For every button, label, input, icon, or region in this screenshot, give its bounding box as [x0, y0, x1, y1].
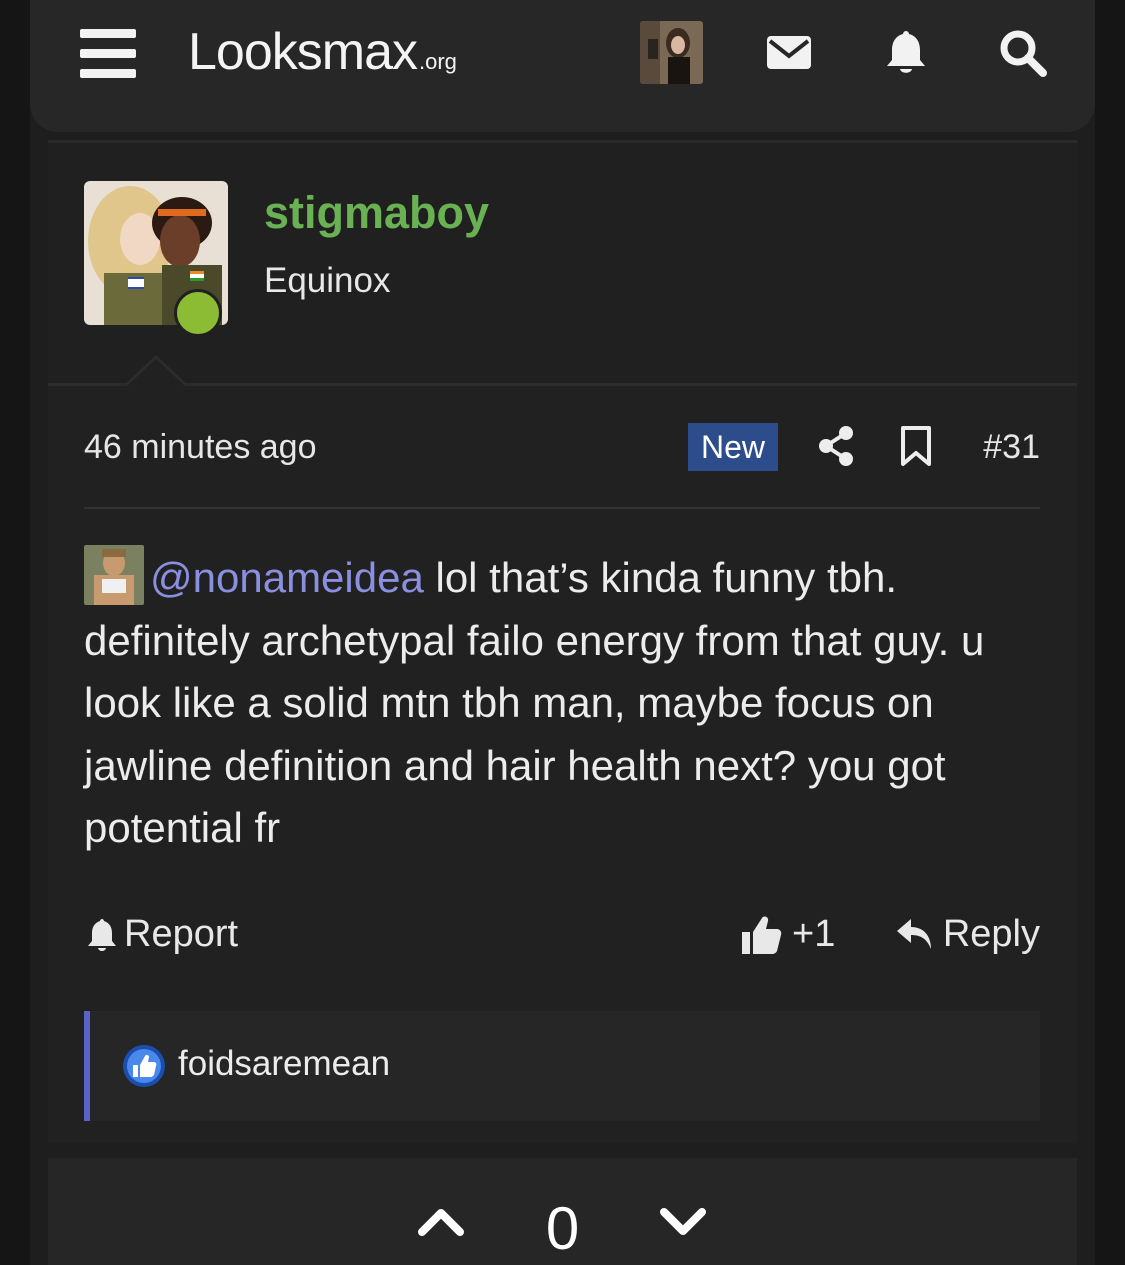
reply-label: Reply — [942, 913, 1040, 955]
report-bell-icon — [88, 918, 116, 951]
meta-divider — [84, 507, 1040, 509]
mention-avatar[interactable] — [84, 545, 144, 605]
vote-count: 0 — [545, 1195, 580, 1262]
top-navbar: Looksmax.org — [30, 0, 1095, 132]
page: Looksmax.org stigmaboy Equinox 46 minute… — [30, 0, 1095, 1265]
new-badge: New — [688, 423, 779, 471]
search-icon[interactable] — [998, 28, 1048, 78]
post-timestamp[interactable]: 46 minutes ago — [84, 428, 317, 467]
like-reaction-icon — [122, 1044, 166, 1088]
share-icon[interactable] — [816, 425, 856, 467]
reply-button[interactable]: Reply — [895, 913, 1040, 956]
post-body: @nonameidea lol that’s kinda funny tbh. … — [84, 545, 1044, 860]
report-label: Report — [124, 913, 239, 955]
envelope-icon[interactable] — [764, 28, 814, 78]
report-button[interactable]: Report — [84, 913, 238, 956]
logo-text: Looksmax — [188, 23, 418, 81]
bookmark-icon[interactable] — [898, 425, 934, 467]
logo-tld: .org — [419, 49, 457, 74]
like-count: +1 — [792, 913, 836, 955]
reply-arrow-icon — [896, 918, 931, 949]
account-avatar[interactable] — [640, 21, 703, 84]
reactions-bar[interactable]: foidsaremean — [84, 1011, 1040, 1121]
site-logo[interactable]: Looksmax.org — [188, 22, 457, 82]
online-status-indicator — [174, 289, 222, 337]
post-number-link[interactable]: #31 — [983, 428, 1040, 467]
menu-icon[interactable] — [80, 29, 136, 79]
user-block-pointer-fill — [127, 359, 185, 386]
downvote-chevron-icon[interactable] — [660, 1202, 706, 1242]
post-author-title: Equinox — [264, 261, 391, 300]
reaction-username[interactable]: foidsaremean — [178, 1044, 390, 1084]
thumbs-up-icon — [742, 916, 782, 954]
user-mention-link[interactable]: @nonameidea — [150, 554, 424, 601]
like-button[interactable]: +1 — [740, 913, 835, 956]
post-meta-row: 46 minutes ago New #31 — [84, 423, 1040, 473]
upvote-chevron-icon[interactable] — [418, 1202, 464, 1242]
post-user-block: stigmaboy Equinox — [48, 143, 1077, 386]
vote-bar: 0 — [48, 1158, 1077, 1265]
post-actions: Report +1 Reply — [84, 913, 1040, 963]
post-author-username[interactable]: stigmaboy — [264, 187, 489, 239]
bell-icon[interactable] — [881, 28, 931, 78]
post: stigmaboy Equinox 46 minutes ago New #31… — [48, 140, 1077, 1143]
